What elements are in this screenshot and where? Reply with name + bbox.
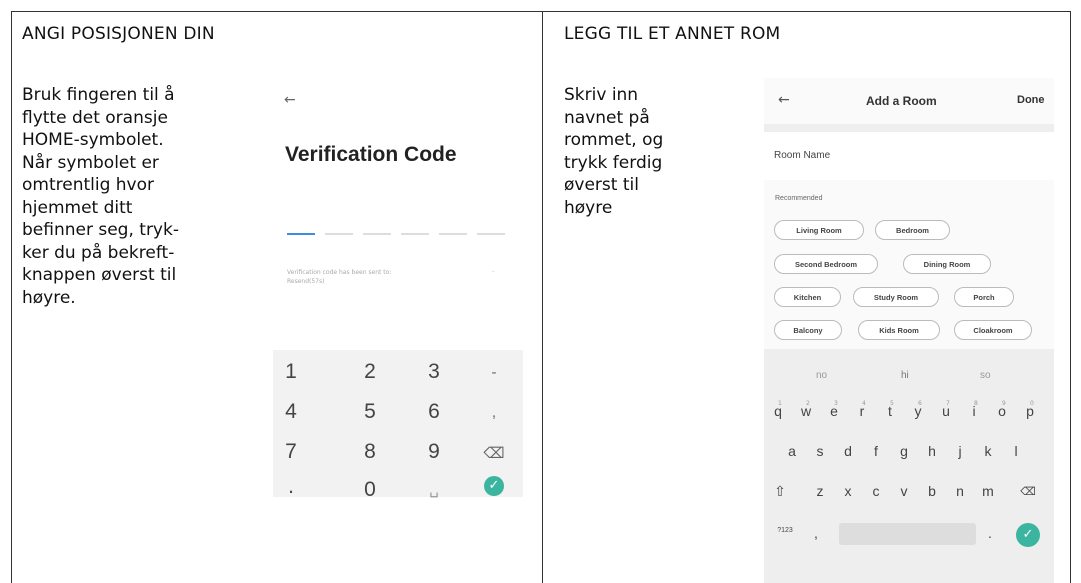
verification-title: Verification Code <box>285 143 457 166</box>
key-a[interactable]: a <box>782 443 802 459</box>
key-p[interactable]: p <box>1020 403 1040 419</box>
backspace-icon[interactable]: ⌫ <box>479 444 509 462</box>
key-period[interactable]: . <box>980 525 1000 541</box>
code-digit-slot[interactable] <box>287 233 315 235</box>
key-h[interactable]: h <box>922 443 942 459</box>
done-button[interactable]: Done <box>1017 94 1045 106</box>
key-r[interactable]: r <box>852 403 872 419</box>
key-v[interactable]: v <box>894 483 914 499</box>
recommended-label: Recommended <box>775 195 823 202</box>
verification-dash: - <box>492 268 495 276</box>
key-c[interactable]: c <box>866 483 886 499</box>
add-room-phone-screenshot: ← Add a Room Done Room Name Recommended … <box>764 78 1054 583</box>
key-d[interactable]: d <box>838 443 858 459</box>
code-digit-slot[interactable] <box>401 233 429 235</box>
left-heading: ANGI POSISJONEN DIN <box>22 24 215 44</box>
suggestion-word[interactable]: hi <box>901 370 909 381</box>
key-m[interactable]: m <box>978 483 998 499</box>
key-period[interactable]: . <box>276 475 306 499</box>
key-u[interactable]: u <box>936 403 956 419</box>
space-bar[interactable] <box>839 523 976 545</box>
chip-balcony[interactable]: Balcony <box>774 320 842 340</box>
suggestion-word[interactable]: so <box>980 370 991 381</box>
key-f[interactable]: f <box>866 443 886 459</box>
key-b[interactable]: b <box>922 483 942 499</box>
chip-dining-room[interactable]: Dining Room <box>903 254 991 274</box>
room-name-label: Room Name <box>774 150 831 161</box>
key-9[interactable]: 9 <box>419 440 449 464</box>
room-name-field[interactable]: Room Name <box>764 132 1054 180</box>
space-icon[interactable]: ␣ <box>419 480 449 498</box>
key-k[interactable]: k <box>978 443 998 459</box>
enter-check-icon[interactable]: ✓ <box>1016 523 1040 547</box>
chip-kids-room[interactable]: Kids Room <box>858 320 940 340</box>
key-i[interactable]: i <box>964 403 984 419</box>
backspace-icon[interactable]: ⌫ <box>1018 485 1038 498</box>
shift-icon[interactable]: ⇧ <box>770 483 790 500</box>
chip-living-room[interactable]: Living Room <box>774 220 864 240</box>
right-heading: LEGG TIL ET ANNET ROM <box>564 24 781 44</box>
back-arrow-icon[interactable]: ← <box>284 92 296 108</box>
key-comma[interactable]: , <box>479 404 509 421</box>
key-1[interactable]: 1 <box>276 360 306 384</box>
column-divider <box>542 11 543 583</box>
app-bar: ← Add a Room Done <box>764 78 1054 124</box>
qwerty-keyboard: no hi so 1 2 3 4 5 6 7 8 9 0 q w e r t y… <box>764 349 1054 583</box>
code-digit-slot[interactable] <box>325 233 353 235</box>
key-y[interactable]: y <box>908 403 928 419</box>
key-comma[interactable]: , <box>806 525 826 541</box>
key-q[interactable]: q <box>768 403 788 419</box>
key-6[interactable]: 6 <box>419 400 449 424</box>
key-2[interactable]: 2 <box>355 360 385 384</box>
key-t[interactable]: t <box>880 403 900 419</box>
key-0[interactable]: 0 <box>355 478 385 502</box>
code-digit-slot[interactable] <box>439 233 467 235</box>
key-minus[interactable]: - <box>479 364 509 381</box>
symbols-key[interactable]: ?123 <box>770 527 800 534</box>
add-room-title: Add a Room <box>866 94 937 108</box>
key-j[interactable]: j <box>950 443 970 459</box>
suggestion-word[interactable]: no <box>816 370 827 381</box>
verification-note: Verification code has been sent to: Rese… <box>287 269 392 285</box>
chip-study-room[interactable]: Study Room <box>853 287 939 307</box>
key-l[interactable]: l <box>1006 443 1026 459</box>
chip-second-bedroom[interactable]: Second Bedroom <box>774 254 878 274</box>
left-body-text: Bruk fingeren til å flytte det oransje H… <box>22 85 179 308</box>
key-7[interactable]: 7 <box>276 440 306 464</box>
key-n[interactable]: n <box>950 483 970 499</box>
confirm-check-icon[interactable]: ✓ <box>484 476 504 496</box>
code-digit-slot[interactable] <box>477 233 505 235</box>
key-g[interactable]: g <box>894 443 914 459</box>
key-x[interactable]: x <box>838 483 858 499</box>
right-body-text: Skriv inn navnet på rommet, og trykk fer… <box>564 85 664 218</box>
chip-porch[interactable]: Porch <box>954 287 1014 307</box>
key-8[interactable]: 8 <box>355 440 385 464</box>
key-w[interactable]: w <box>796 403 816 419</box>
key-e[interactable]: e <box>824 403 844 419</box>
key-o[interactable]: o <box>992 403 1012 419</box>
key-3[interactable]: 3 <box>419 360 449 384</box>
code-digit-slot[interactable] <box>363 233 391 235</box>
key-5[interactable]: 5 <box>355 400 385 424</box>
chip-kitchen[interactable]: Kitchen <box>774 287 841 307</box>
key-s[interactable]: s <box>810 443 830 459</box>
chip-bedroom[interactable]: Bedroom <box>875 220 950 240</box>
key-4[interactable]: 4 <box>276 400 306 424</box>
chip-cloakroom[interactable]: Cloakroom <box>954 320 1032 340</box>
back-arrow-icon[interactable]: ← <box>778 92 790 108</box>
section-separator <box>764 124 1054 132</box>
key-z[interactable]: z <box>810 483 830 499</box>
